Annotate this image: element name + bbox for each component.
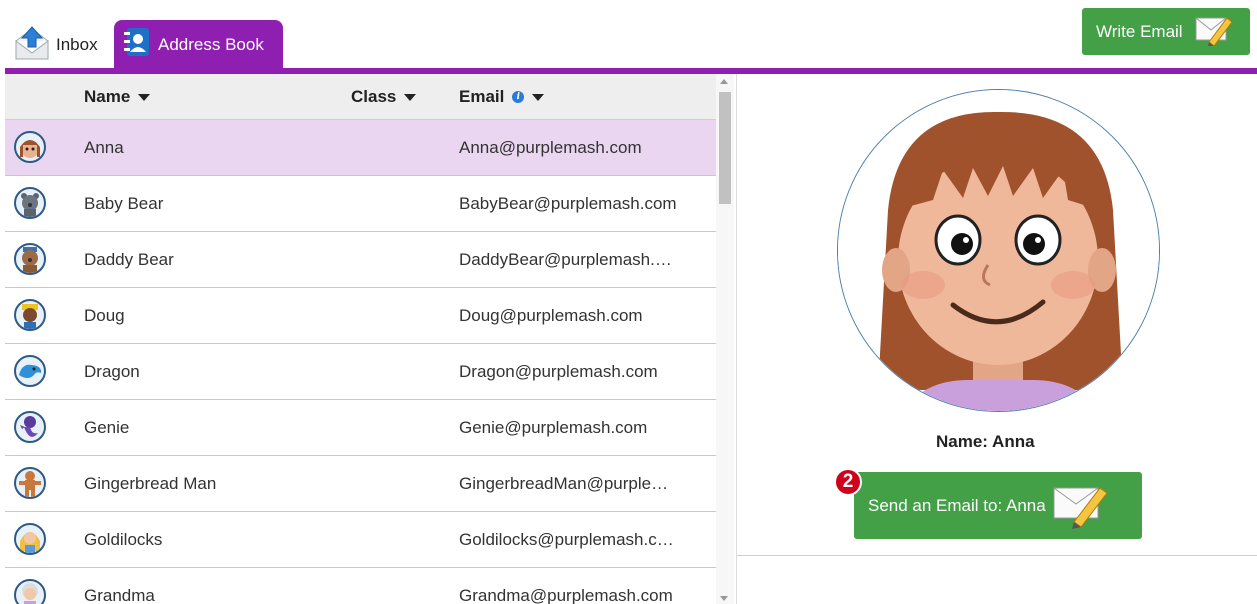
list-scrollbar[interactable] — [716, 74, 734, 604]
contact-email: Dragon@purplemash.com — [459, 362, 658, 381]
grandma-avatar — [14, 579, 46, 604]
scrollbar-thumb[interactable] — [719, 92, 731, 204]
table-row[interactable]: Doug Doug@purplemash.com — [5, 288, 717, 344]
contact-name: Goldilocks — [84, 530, 163, 549]
doug-avatar — [14, 299, 46, 331]
inbox-icon — [14, 25, 50, 66]
column-header-class-label: Class — [351, 87, 397, 106]
contact-name: Dragon — [84, 362, 140, 381]
contact-name: Baby Bear — [84, 194, 164, 213]
table-row[interactable]: Grandma Grandma@purplemash.com — [5, 568, 717, 604]
goldilocks-avatar — [14, 523, 46, 555]
table-row[interactable]: Baby Bear BabyBear@purplemash.com — [5, 176, 717, 232]
write-email-button[interactable]: Write Email — [1082, 8, 1250, 55]
column-header-name[interactable]: Name — [84, 87, 151, 107]
scroll-up-arrow-icon[interactable] — [720, 79, 728, 84]
contact-name: Gingerbread Man — [84, 474, 217, 493]
contact-email: DaddyBear@purplemash.… — [459, 250, 672, 269]
contact-email: Anna@purplemash.com — [459, 138, 642, 157]
send-email-label: Send an Email to: Anna — [868, 495, 1046, 515]
sort-down-icon — [532, 93, 545, 101]
detail-divider — [737, 555, 1257, 556]
panel-divider — [736, 74, 737, 604]
column-header-email[interactable]: Email i — [459, 87, 545, 107]
contact-name: Anna — [84, 138, 124, 157]
table-row[interactable]: Dragon Dragon@purplemash.com — [5, 344, 717, 400]
table-row[interactable]: Daddy Bear DaddyBear@purplemash.… — [5, 232, 717, 288]
daddy-bear-avatar — [14, 243, 46, 275]
table-row[interactable]: Goldilocks Goldilocks@purplemash.c… — [5, 512, 717, 568]
table-header: Name Class Email i — [5, 74, 717, 120]
baby-bear-avatar — [14, 187, 46, 219]
contact-name-detail: Name: Anna — [936, 432, 1035, 451]
write-email-label: Write Email — [1096, 21, 1183, 41]
contact-name: Doug — [84, 306, 125, 325]
contact-email: Goldilocks@purplemash.c… — [459, 530, 674, 549]
info-icon[interactable]: i — [512, 91, 525, 103]
dragon-avatar — [14, 355, 46, 387]
top-bar: Inbox Address Book Write Email — [0, 0, 1257, 69]
tab-inbox-label: Inbox — [56, 35, 98, 54]
contact-email: BabyBear@purplemash.com — [459, 194, 677, 213]
column-header-name-label: Name — [84, 87, 131, 106]
contact-name: Daddy Bear — [84, 250, 174, 269]
contact-email: Grandma@purplemash.com — [459, 586, 673, 604]
contact-name: Grandma — [84, 586, 155, 604]
column-header-class[interactable]: Class — [351, 87, 417, 107]
contact-email: Genie@purplemash.com — [459, 418, 648, 437]
table-row[interactable]: Genie Genie@purplemash.com — [5, 400, 717, 456]
sort-down-icon — [138, 93, 151, 101]
contact-list: Name Class Email i Anna Anna@purplemash.… — [5, 74, 737, 604]
step-badge: 2 — [834, 468, 862, 496]
envelope-pencil-icon — [1195, 12, 1233, 51]
tab-inbox[interactable]: Inbox — [14, 25, 98, 65]
send-email-button[interactable]: Send an Email to: Anna — [854, 472, 1142, 539]
gingerbread-man-avatar — [14, 467, 46, 499]
table-row[interactable]: Gingerbread Man GingerbreadMan@purple… — [5, 456, 717, 512]
column-header-email-label: Email — [459, 87, 505, 106]
table-row[interactable]: Anna Anna@purplemash.com — [5, 120, 717, 176]
tab-address-book[interactable]: Address Book — [114, 20, 283, 69]
contact-name: Genie — [84, 418, 130, 437]
address-book-icon — [122, 26, 152, 63]
contact-email: GingerbreadMan@purple… — [459, 474, 669, 493]
envelope-pencil-icon — [1052, 476, 1110, 535]
scroll-down-arrow-icon[interactable] — [720, 596, 728, 601]
genie-avatar — [14, 411, 46, 443]
profile-picture — [837, 89, 1160, 412]
contact-email: Doug@purplemash.com — [459, 306, 643, 325]
tab-address-book-label: Address Book — [158, 34, 264, 54]
anna-avatar — [14, 131, 46, 163]
sort-down-icon — [404, 93, 417, 101]
